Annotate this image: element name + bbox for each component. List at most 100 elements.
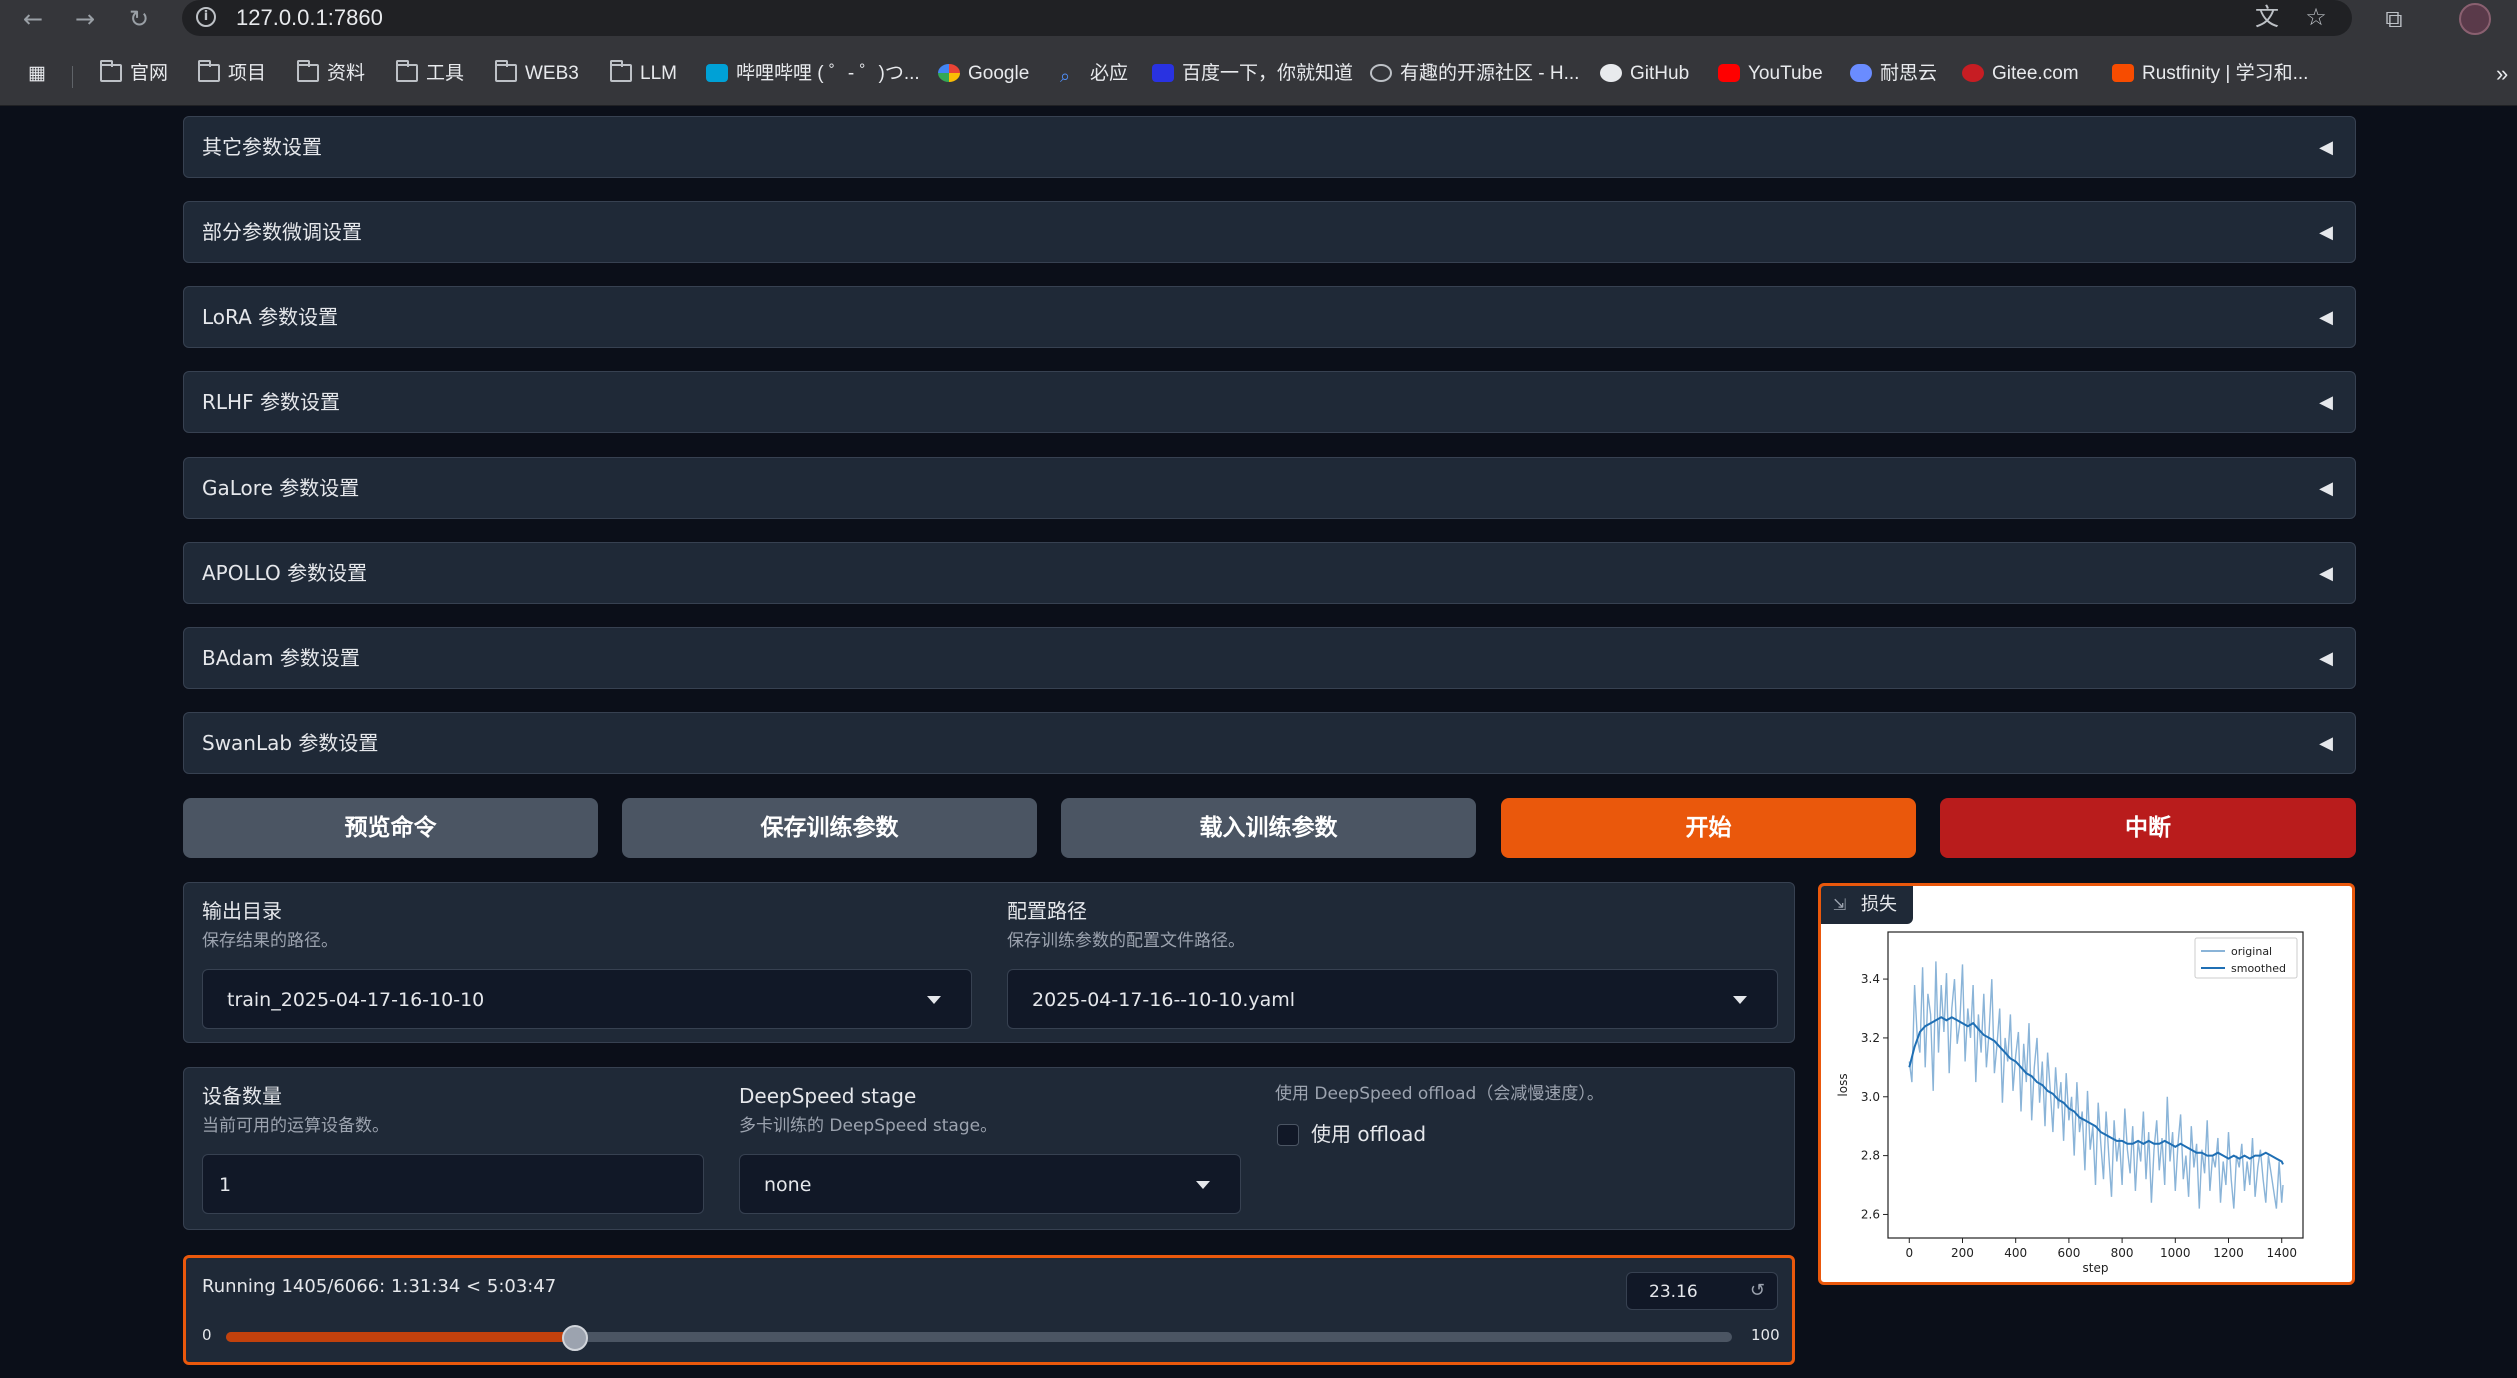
collapse-arrow-icon: ◀ (2319, 137, 2333, 158)
progress-slider-thumb[interactable] (561, 1325, 588, 1351)
forward-icon[interactable]: → (70, 4, 100, 34)
config-path-label: 配置路径 (1007, 899, 1087, 923)
accordion-label: LoRA 参数设置 (202, 305, 339, 329)
x-tick-label: 1400 (2266, 1246, 2297, 1260)
config-path-dropdown[interactable]: 2025-04-17-16--10-10.yaml (1007, 969, 1778, 1029)
accordion-label: 其它参数设置 (202, 135, 322, 159)
output-dir-value: train_2025-04-17-16-10-10 (227, 989, 485, 1011)
collapse-arrow-icon: ◀ (2319, 307, 2333, 328)
bookmark-item[interactable]: 有趣的开源社区 - H... (1370, 60, 1579, 88)
accordion-label: 部分参数微调设置 (202, 220, 362, 244)
bookmark-item[interactable]: WEB3 (495, 60, 579, 88)
accordion-apollo-params[interactable]: APOLLO 参数设置 ◀ (183, 542, 2356, 604)
accordion-freeze-params[interactable]: 部分参数微调设置 ◀ (183, 201, 2356, 263)
collapse-arrow-icon: ◀ (2319, 392, 2333, 413)
offload-checkbox[interactable] (1277, 1124, 1299, 1146)
y-tick-label: 3.4 (1861, 972, 1880, 986)
site-info-icon[interactable]: i (196, 7, 216, 27)
ds-stage-value: none (764, 1174, 812, 1196)
accordion-swanlab-params[interactable]: SwanLab 参数设置 ◀ (183, 712, 2356, 774)
offload-label[interactable]: 使用 offload (1311, 1120, 1426, 1148)
legend-label-original: original (2231, 945, 2272, 958)
chevron-down-icon (927, 996, 941, 1004)
folder-icon (198, 60, 220, 82)
profile-avatar[interactable] (2459, 3, 2491, 35)
accordion-label: BAdam 参数设置 (202, 646, 360, 670)
apps-grid-icon[interactable]: ▦ (28, 60, 46, 88)
abort-button[interactable]: 中断 (1940, 798, 2356, 858)
ds-stage-info: 多卡训练的 DeepSpeed stage。 (739, 1116, 998, 1136)
loss-chart: 0 200 400 600 800 1000 1200 1400 2.6 2.8 3.0 3.2 3.4… (1836, 931, 2304, 1275)
bookmark-item[interactable]: LLM (610, 60, 677, 88)
translate-icon[interactable]: 文 (2252, 2, 2282, 32)
x-tick-label: 400 (2004, 1246, 2027, 1260)
output-dir-info: 保存结果的路径。 (202, 931, 338, 951)
youtube-icon (1718, 64, 1740, 82)
address-bar[interactable]: i 127.0.0.1:7860 文 ☆ (182, 0, 2352, 36)
start-button[interactable]: 开始 (1501, 798, 1916, 858)
device-settings-panel: 设备数量 当前可用的运算设备数。 1 DeepSpeed stage 多卡训练的… (183, 1067, 1795, 1230)
load-params-button[interactable]: 载入训练参数 (1061, 798, 1476, 858)
save-params-button[interactable]: 保存训练参数 (622, 798, 1037, 858)
folder-icon (100, 60, 122, 82)
legend-label-smoothed: smoothed (2231, 962, 2286, 975)
accordion-badam-params[interactable]: BAdam 参数设置 ◀ (183, 627, 2356, 689)
bookmark-item[interactable]: ⌕ 必应 (1060, 60, 1128, 88)
more-bookmarks-button[interactable]: » (2496, 60, 2508, 88)
accordion-rlhf-params[interactable]: RLHF 参数设置 ◀ (183, 371, 2356, 433)
baidu-icon (1152, 64, 1174, 82)
bookmark-item[interactable]: Rustfinity | 学习和... (2112, 60, 2308, 88)
bookmark-star-icon[interactable]: ☆ (2301, 2, 2331, 32)
bookmark-item[interactable]: 百度一下，你就知道 (1152, 60, 1353, 88)
device-count-input[interactable]: 1 (202, 1154, 704, 1214)
accordion-label: APOLLO 参数设置 (202, 561, 368, 585)
accordion-lora-params[interactable]: LoRA 参数设置 ◀ (183, 286, 2356, 348)
collapse-arrow-icon: ◀ (2319, 648, 2333, 669)
config-path-info: 保存训练参数的配置文件路径。 (1007, 931, 1245, 951)
bookmark-item[interactable]: 耐思云 (1850, 60, 1937, 88)
folder-icon (396, 60, 418, 82)
ds-stage-dropdown[interactable]: none (739, 1154, 1241, 1214)
preview-command-button[interactable]: 预览命令 (183, 798, 598, 858)
progress-status-text: Running 1405/6066: 1:31:34 < 5:03:47 (202, 1276, 557, 1297)
bookmark-item[interactable]: 资料 (297, 60, 365, 88)
progress-slider-fill (226, 1332, 575, 1342)
extensions-icon[interactable]: ⧉ (2378, 3, 2410, 35)
hellogithub-icon (1370, 64, 1392, 82)
back-icon[interactable]: ← (18, 4, 48, 34)
device-count-value: 1 (219, 1174, 232, 1196)
bookmarks-divider (72, 66, 73, 88)
url-text[interactable]: 127.0.0.1:7860 (236, 3, 383, 33)
bookmark-item[interactable]: 工具 (396, 60, 464, 88)
output-dir-label: 输出目录 (202, 899, 282, 923)
bookmark-item[interactable]: GitHub (1600, 60, 1689, 88)
progress-value-input[interactable]: 23.16 ↺ (1626, 1272, 1778, 1310)
reset-icon[interactable]: ↺ (1750, 1278, 1765, 1304)
folder-icon (495, 60, 517, 82)
bookmark-item[interactable]: 官网 (100, 60, 168, 88)
y-tick-label: 3.2 (1861, 1031, 1880, 1045)
bilibili-icon (706, 64, 728, 82)
ds-stage-label: DeepSpeed stage (739, 1084, 917, 1108)
accordion-galore-params[interactable]: GaLore 参数设置 ◀ (183, 457, 2356, 519)
bookmark-item[interactable]: YouTube (1718, 60, 1823, 88)
reload-icon[interactable]: ↻ (124, 4, 154, 34)
accordion-label: SwanLab 参数设置 (202, 731, 379, 755)
collapse-arrow-icon: ◀ (2319, 478, 2333, 499)
bookmark-item[interactable]: 哔哩哔哩 ( ゜- ゜)つ... (706, 60, 920, 88)
accordion-label: GaLore 参数设置 (202, 476, 360, 500)
bookmark-item[interactable]: Google (938, 60, 1029, 88)
accordion-other-params[interactable]: 其它参数设置 ◀ (183, 116, 2356, 178)
x-tick-label: 0 (1905, 1246, 1913, 1260)
progress-slider-track[interactable] (226, 1332, 1732, 1342)
device-count-label: 设备数量 (202, 1084, 282, 1108)
x-tick-label: 200 (1951, 1246, 1974, 1260)
accordion-label: RLHF 参数设置 (202, 390, 340, 414)
training-progress-panel: Running 1405/6066: 1:31:34 < 5:03:47 23.… (183, 1255, 1795, 1365)
x-tick-label: 600 (2057, 1246, 2080, 1260)
y-tick-label: 2.6 (1861, 1207, 1880, 1221)
bookmark-item[interactable]: Gitee.com (1962, 60, 2079, 88)
output-dir-dropdown[interactable]: train_2025-04-17-16-10-10 (202, 969, 972, 1029)
bookmark-item[interactable]: 项目 (198, 60, 266, 88)
slider-max-label: 100 (1751, 1326, 1780, 1344)
